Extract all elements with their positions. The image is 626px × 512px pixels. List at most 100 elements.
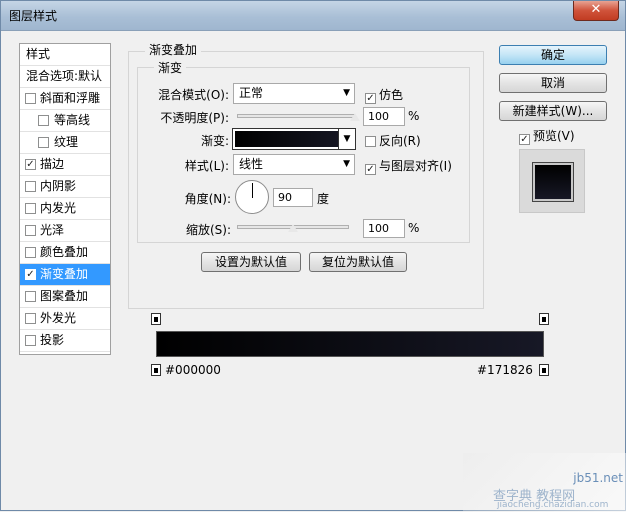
sidebar-item-checkbox[interactable] bbox=[25, 181, 36, 192]
close-button[interactable]: ✕ bbox=[573, 1, 619, 21]
gradient-overlay-title: 渐变叠加 bbox=[145, 41, 202, 58]
sidebar-item-label: 颜色叠加 bbox=[40, 245, 89, 259]
sidebar-item-label: 纹理 bbox=[54, 135, 79, 149]
sidebar-item[interactable]: 外发光 bbox=[20, 308, 110, 330]
preview-checkbox[interactable]: 预览(V) bbox=[519, 127, 575, 145]
gradient-dropdown-button[interactable]: ▼ bbox=[338, 128, 356, 150]
preview-label: 预览(V) bbox=[533, 129, 575, 143]
degree-label: 度 bbox=[317, 192, 330, 206]
gradient-label: 渐变: bbox=[200, 134, 229, 148]
reverse-check[interactable] bbox=[365, 136, 376, 147]
preview-swatch bbox=[533, 163, 573, 201]
sidebar-item[interactable]: 斜面和浮雕 bbox=[20, 88, 110, 110]
gradient-subgroup-title: 渐变 bbox=[154, 59, 187, 76]
sidebar-item-label: 外发光 bbox=[40, 311, 77, 325]
sidebar-item[interactable]: 渐变叠加 bbox=[20, 264, 110, 286]
sidebar-item-checkbox[interactable] bbox=[25, 203, 36, 214]
sidebar-item-label: 投影 bbox=[40, 333, 65, 347]
watermark-line3: jiaocheng.chazidian.com bbox=[497, 500, 609, 510]
scale-slider-thumb[interactable] bbox=[287, 223, 299, 233]
angle-needle bbox=[252, 183, 253, 198]
styles-header[interactable]: 样式 bbox=[20, 44, 110, 66]
style-select[interactable]: 线性 ▼ bbox=[233, 154, 355, 175]
sidebar-item-checkbox[interactable] bbox=[38, 115, 49, 126]
sidebar-item[interactable]: 光泽 bbox=[20, 220, 110, 242]
chevron-down-icon: ▼ bbox=[343, 88, 350, 98]
sidebar-item-checkbox[interactable] bbox=[25, 313, 36, 324]
reset-to-default-button[interactable]: 复位为默认值 bbox=[309, 252, 407, 272]
sidebar-item-label: 图案叠加 bbox=[40, 289, 89, 303]
style-label: 样式(L): bbox=[184, 159, 229, 173]
color-stop-left[interactable] bbox=[151, 364, 161, 376]
styles-list: 样式 混合选项:默认 斜面和浮雕等高线纹理描边内阴影内发光光泽颜色叠加渐变叠加图… bbox=[19, 43, 111, 355]
sidebar-item-checkbox[interactable] bbox=[25, 291, 36, 302]
title-bar[interactable]: 图层样式 ✕ bbox=[1, 1, 625, 31]
gradient-preview-bar[interactable] bbox=[156, 331, 544, 357]
sidebar-item-label: 描边 bbox=[40, 157, 65, 171]
style-value: 线性 bbox=[239, 157, 264, 171]
opacity-percent: % bbox=[408, 109, 420, 123]
sidebar-item-label: 等高线 bbox=[54, 113, 91, 127]
window-title: 图层样式 bbox=[9, 9, 58, 23]
scale-label: 缩放(S): bbox=[185, 223, 231, 237]
cancel-button[interactable]: 取消 bbox=[499, 73, 607, 93]
dither-label: 仿色 bbox=[379, 88, 404, 102]
sidebar-item-checkbox[interactable] bbox=[25, 269, 36, 280]
chevron-down-icon: ▼ bbox=[343, 134, 351, 144]
angle-label: 角度(N): bbox=[184, 192, 231, 206]
styles-header-label: 样式 bbox=[26, 47, 51, 61]
opacity-slider[interactable] bbox=[237, 114, 355, 118]
new-style-button[interactable]: 新建样式(W)... bbox=[499, 101, 607, 121]
align-label: 与图层对齐(I) bbox=[379, 159, 452, 173]
sidebar-item-checkbox[interactable] bbox=[25, 247, 36, 258]
preview-check[interactable] bbox=[519, 134, 530, 145]
reverse-checkbox[interactable]: 反向(R) bbox=[365, 132, 421, 149]
sidebar-item[interactable]: 颜色叠加 bbox=[20, 242, 110, 264]
blending-options-label: 混合选项:默认 bbox=[26, 69, 103, 83]
style-preview bbox=[519, 149, 585, 213]
sidebar-item[interactable]: 描边 bbox=[20, 154, 110, 176]
angle-input[interactable]: 90 bbox=[273, 188, 313, 207]
color-stop-right[interactable] bbox=[539, 364, 549, 376]
opacity-input[interactable]: 100 bbox=[363, 107, 405, 126]
align-check[interactable] bbox=[365, 164, 376, 175]
layer-style-dialog: 图层样式 ✕ 样式 混合选项:默认 斜面和浮雕等高线纹理描边内阴影内发光光泽颜色… bbox=[0, 0, 626, 512]
opacity-label: 不透明度(P): bbox=[160, 111, 229, 125]
sidebar-item-label: 内发光 bbox=[40, 201, 77, 215]
left-stop-color: #000000 bbox=[165, 363, 221, 377]
ok-button[interactable]: 确定 bbox=[499, 45, 607, 65]
sidebar-item[interactable]: 内阴影 bbox=[20, 176, 110, 198]
sidebar-item[interactable]: 投影 bbox=[20, 330, 110, 352]
opacity-slider-thumb[interactable] bbox=[349, 112, 361, 122]
sidebar-item-checkbox[interactable] bbox=[25, 159, 36, 170]
scale-input[interactable]: 100 bbox=[363, 219, 405, 238]
sidebar-item-label: 渐变叠加 bbox=[40, 267, 89, 281]
sidebar-item[interactable]: 纹理 bbox=[20, 132, 110, 154]
dither-check[interactable] bbox=[365, 93, 376, 104]
sidebar-item-checkbox[interactable] bbox=[25, 93, 36, 104]
sidebar-item-label: 斜面和浮雕 bbox=[40, 91, 101, 105]
dither-checkbox[interactable]: 仿色 bbox=[365, 86, 403, 104]
sidebar-item[interactable]: 内发光 bbox=[20, 198, 110, 220]
reverse-label: 反向(R) bbox=[379, 134, 421, 148]
sidebar-item-checkbox[interactable] bbox=[38, 137, 49, 148]
blend-mode-select[interactable]: 正常 ▼ bbox=[233, 83, 355, 104]
watermark: jb51.net 查字典 教程网 jiaocheng.chazidian.com bbox=[463, 453, 626, 512]
right-stop-color: #171826 bbox=[477, 363, 533, 377]
scale-percent: % bbox=[408, 221, 420, 235]
sidebar-item[interactable]: 等高线 bbox=[20, 110, 110, 132]
blending-options-default[interactable]: 混合选项:默认 bbox=[20, 66, 110, 88]
angle-dial[interactable] bbox=[235, 180, 269, 214]
align-with-layer-checkbox[interactable]: 与图层对齐(I) bbox=[365, 157, 452, 175]
set-as-default-button[interactable]: 设置为默认值 bbox=[201, 252, 301, 272]
opacity-stop-right[interactable] bbox=[539, 313, 549, 325]
sidebar-item[interactable]: 图案叠加 bbox=[20, 286, 110, 308]
blend-mode-label: 混合模式(O): bbox=[158, 88, 229, 102]
chevron-down-icon: ▼ bbox=[343, 159, 350, 169]
sidebar-item-label: 光泽 bbox=[40, 223, 65, 237]
sidebar-item-checkbox[interactable] bbox=[25, 225, 36, 236]
opacity-stop-left[interactable] bbox=[151, 313, 161, 325]
gradient-swatch[interactable] bbox=[235, 131, 353, 147]
sidebar-item-checkbox[interactable] bbox=[25, 335, 36, 346]
watermark-line1: jb51.net bbox=[573, 471, 623, 485]
